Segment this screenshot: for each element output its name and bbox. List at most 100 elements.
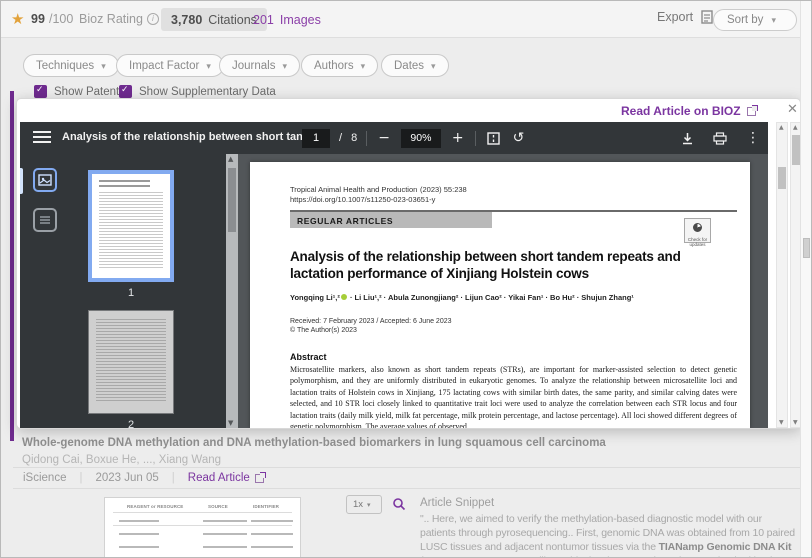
snippet-scale-dropdown[interactable]: 1x	[346, 495, 382, 514]
filter-impact-factor[interactable]: Impact Factor	[116, 54, 224, 77]
page-1-thumbnail[interactable]: 1	[88, 170, 174, 299]
page-2-label: 2	[88, 419, 174, 428]
article-snippet-label: Article Snippet	[420, 497, 494, 509]
page-number-input[interactable]	[302, 129, 330, 148]
thumbnail-content	[96, 319, 166, 401]
browser-scrollbar-thumb[interactable]	[803, 238, 810, 258]
check-for-updates-badge: Check for updates	[684, 218, 711, 243]
external-link-icon	[747, 107, 756, 116]
paper-authors: Yongqing Li¹,² · Li Liu¹,² · Abula Zunon…	[290, 293, 730, 302]
rating-label: Bioz Rating	[79, 12, 143, 26]
thumbnail-content	[99, 192, 163, 270]
article-snippet-text: ".. Here, we aimed to verify the methyla…	[420, 512, 798, 558]
toolbar-divider	[366, 131, 367, 146]
result-title: Whole-genome DNA methylation and DNA met…	[22, 437, 742, 449]
article-preview-modal: Read Article on BIOZ ✕ Analysis of the r…	[16, 98, 801, 429]
paper-section-label: REGULAR ARTICLES	[290, 212, 492, 228]
meta-separator: |	[79, 472, 82, 484]
page-total: 8	[351, 132, 357, 144]
result-date: 2023 Jun 05	[95, 472, 158, 484]
citations-count: 3,780	[171, 13, 202, 27]
read-article-on-bioz-link[interactable]: Read Article on BIOZ	[621, 104, 756, 118]
paper-authors-rest: · Li Liu¹,² · Abula Zunongjiang² · Lijun…	[348, 293, 634, 302]
show-supplementary-checkbox[interactable]	[119, 85, 132, 98]
images-count: 201	[253, 13, 274, 27]
read-article-link[interactable]: Read Article	[188, 472, 264, 484]
filter-dates[interactable]: Dates	[381, 54, 449, 77]
paper-copyright: © The Author(s) 2023	[290, 327, 357, 334]
thumbnails-view-icon[interactable]	[33, 168, 57, 192]
show-supplementary-label: Show Supplementary Data	[139, 86, 276, 98]
print-icon[interactable]	[711, 132, 729, 145]
active-tab-indicator	[20, 168, 23, 194]
filter-techniques[interactable]: Techniques	[23, 54, 119, 77]
check-updates-icon	[693, 223, 702, 232]
check-updates-label: Check for updates	[685, 238, 710, 247]
menu-icon[interactable]	[33, 130, 51, 145]
paper-author-first: Yongqing Li¹,²	[290, 293, 340, 302]
zoom-in-button[interactable]: +	[450, 131, 466, 145]
abstract-text: Microsatellite markers, also known as sh…	[290, 364, 737, 428]
modal-close-button[interactable]: ✕	[787, 102, 798, 117]
filter-journals[interactable]: Journals	[219, 54, 300, 77]
download-icon[interactable]	[679, 132, 696, 145]
page-separator: /	[339, 132, 342, 144]
csv-file-icon	[700, 10, 714, 24]
bioz-results-page: ★ 99 /100 Bioz Rating 3,780 Citations 20…	[0, 0, 812, 558]
rating-info-icon[interactable]	[147, 13, 159, 25]
result-card-accent-bar	[10, 91, 14, 441]
table-col-header: REAGENT or RESOURCE	[127, 504, 183, 509]
rotate-icon[interactable]: ↺	[511, 131, 527, 145]
modal-scrollbar-thumb[interactable]	[792, 135, 800, 165]
export-label: Export	[657, 10, 693, 24]
sidebar-scrollbar[interactable]	[226, 154, 238, 428]
show-patents-label: Show Patents	[54, 86, 125, 98]
zoom-level: 90%	[401, 129, 441, 148]
rating-total: /100	[49, 12, 73, 26]
page-2-thumbnail[interactable]: 2	[88, 310, 174, 428]
page-1-label: 1	[88, 287, 174, 299]
rating-score: 99	[31, 12, 45, 26]
table-rows	[203, 520, 247, 558]
document-outline-icon[interactable]	[33, 208, 57, 232]
paper-citation: (2023) 55:238	[420, 185, 467, 194]
snippet-product-bold: TIANamp Genomic DNA Kit	[659, 541, 792, 553]
pdf-sidebar: 1 2	[20, 154, 238, 428]
more-options-icon[interactable]: ⋮	[744, 131, 762, 145]
export-button[interactable]: Export	[657, 10, 714, 24]
pdf-frame-scrollbar[interactable]	[776, 122, 788, 428]
pdf-toolbar-right: ⋮	[679, 122, 762, 154]
read-on-bioz-label: Read Article on BIOZ	[621, 104, 741, 118]
filter-authors[interactable]: Authors	[301, 54, 378, 77]
sidebar-scrollbar-thumb[interactable]	[228, 168, 236, 232]
table-col-header: SOURCE	[208, 504, 228, 509]
pdf-page-controls: / 8 − 90% + ↺	[302, 122, 526, 154]
fit-to-page-icon[interactable]	[485, 132, 502, 145]
browser-scrollbar[interactable]	[800, 1, 811, 558]
read-article-label: Read Article	[188, 472, 250, 484]
paper-doi: https://doi.org/10.1007/s11250-023-03651…	[290, 195, 435, 204]
table-rule	[113, 512, 292, 513]
toolbar-divider	[475, 131, 476, 146]
key-resources-table-thumbnail[interactable]: REAGENT or RESOURCE SOURCE IDENTIFIER	[104, 497, 301, 558]
pdf-toolbar: Analysis of the relationship between sho…	[20, 122, 768, 154]
images-tab[interactable]: 201 Images	[249, 8, 325, 31]
pdf-body: 1 2 Tropical Animal Health and Productio	[20, 154, 768, 428]
page-1-thumbnail-image	[88, 170, 174, 282]
meta-separator: |	[172, 472, 175, 484]
pdf-viewer: Analysis of the relationship between sho…	[20, 122, 768, 428]
table-rows	[119, 520, 159, 558]
snippet-search-icon[interactable]	[392, 497, 406, 511]
sort-by-dropdown[interactable]: Sort by	[713, 9, 797, 31]
rating-star-icon: ★	[11, 10, 24, 28]
pdf-frame-scrollbar-thumb[interactable]	[778, 167, 786, 189]
zoom-out-button[interactable]: −	[376, 131, 392, 145]
page-2-thumbnail-image	[88, 310, 174, 414]
paper-journal: Tropical Animal Health and Production	[290, 185, 417, 194]
show-patents-checkbox[interactable]	[34, 85, 47, 98]
pdf-page-1: Tropical Animal Health and Production (2…	[250, 162, 750, 428]
result-authors: Qidong Cai, Boxue He, ..., Xiang Wang	[22, 454, 742, 466]
abstract-heading: Abstract	[290, 352, 327, 362]
external-link-icon	[255, 474, 264, 483]
images-label: Images	[280, 13, 321, 27]
